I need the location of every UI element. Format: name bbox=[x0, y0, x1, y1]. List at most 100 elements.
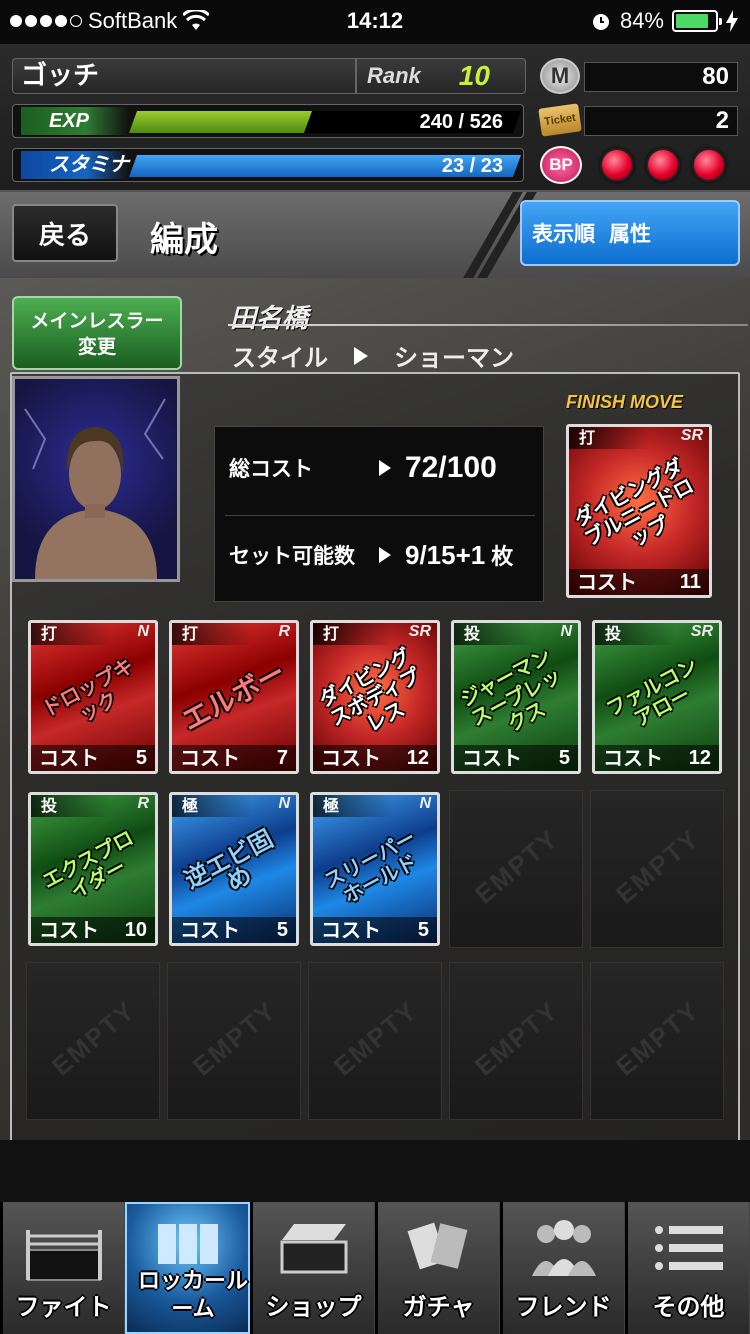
arrow-right-icon bbox=[354, 346, 368, 365]
card-cost-label: コスト bbox=[39, 918, 99, 942]
empty-slot[interactable]: EMPTY bbox=[308, 962, 442, 1120]
move-card[interactable]: 投 R エクスプロイダー コスト 10 bbox=[28, 792, 158, 946]
rank-box: Rank 10 bbox=[356, 58, 526, 94]
formation-screen: メインレスラー変更 田名橋 スタイル ショーマン 総コスト 72/100 セット… bbox=[0, 278, 750, 1208]
divider bbox=[228, 324, 748, 326]
set-count-label: セット可能数 bbox=[229, 544, 355, 568]
card-name: ダイビングダブルニードロップ bbox=[570, 453, 698, 552]
card-name: ファルコンアロー bbox=[602, 653, 702, 732]
bp-orb-icon bbox=[692, 148, 726, 182]
move-card[interactable]: 投 SR ファルコンアロー コスト 12 bbox=[592, 620, 722, 774]
exp-fill bbox=[128, 111, 313, 133]
empty-slot[interactable]: EMPTY bbox=[449, 790, 583, 948]
empty-label: EMPTY bbox=[45, 994, 142, 1082]
card-type: 打 bbox=[31, 623, 111, 645]
card-rarity: N bbox=[137, 623, 149, 640]
m-coin-icon: M bbox=[540, 58, 580, 94]
wrestler-name: 田名橋 bbox=[230, 304, 309, 334]
move-card[interactable]: 極 N 逆エビ固め コスト 5 bbox=[169, 792, 299, 946]
tab-label: ロッカールーム bbox=[137, 1269, 248, 1322]
empty-label: EMPTY bbox=[609, 994, 706, 1082]
empty-label: EMPTY bbox=[468, 994, 565, 1082]
card-cost: コスト 5 bbox=[172, 917, 296, 943]
card-cost-label: コスト bbox=[462, 746, 522, 770]
card-type: 打 bbox=[172, 623, 252, 645]
sort-value: 属性 bbox=[609, 222, 651, 246]
card-cost-label: コスト bbox=[321, 918, 381, 942]
card-cost: コスト 11 bbox=[569, 569, 709, 595]
sort-order-button[interactable]: 表示順 属性 bbox=[520, 200, 740, 266]
card-cost-label: コスト bbox=[180, 746, 240, 770]
back-button[interactable]: 戻る bbox=[12, 204, 118, 262]
move-card[interactable]: 極 N スリーパーホールド コスト 5 bbox=[310, 792, 440, 946]
card-name: ドロップキック bbox=[38, 653, 138, 727]
empty-slot[interactable]: EMPTY bbox=[449, 962, 583, 1120]
finish-move-card[interactable]: 打 SR ダイビングダブルニードロップ コスト 11 bbox=[566, 424, 712, 598]
card-name: ダイビングスボディプレス bbox=[314, 643, 425, 737]
arrow-right-icon bbox=[379, 547, 391, 563]
m-currency: M 80 bbox=[540, 58, 738, 94]
card-rarity: N bbox=[419, 795, 431, 812]
rank-value: 10 bbox=[458, 60, 490, 91]
card-cost: コスト 5 bbox=[313, 917, 437, 943]
bp-icon: BP bbox=[540, 146, 582, 184]
rank-label: Rank bbox=[367, 63, 421, 88]
stamina-label: スタミナ bbox=[21, 151, 129, 179]
card-rarity: SR bbox=[690, 623, 713, 640]
tab-label: その他 bbox=[652, 1293, 725, 1321]
bp-orb-icon bbox=[600, 148, 634, 182]
tab-shop[interactable]: ショップ bbox=[250, 1202, 375, 1334]
exp-bar: EXP 240 / 526 bbox=[12, 104, 524, 138]
card-type: 投 bbox=[454, 623, 534, 645]
ticket-value: 2 bbox=[584, 106, 738, 136]
move-card[interactable]: 打 R エルボー コスト 7 bbox=[169, 620, 299, 774]
cards-icon bbox=[407, 1222, 467, 1270]
move-card[interactable]: 投 N ジャーマンスープレックス コスト 5 bbox=[451, 620, 581, 774]
arrow-right-icon bbox=[379, 460, 391, 476]
exp-value: 240 / 526 bbox=[419, 111, 503, 133]
card-rarity: SR bbox=[680, 427, 703, 444]
card-cost-value: 5 bbox=[417, 919, 429, 941]
tab-fight[interactable]: ファイト bbox=[0, 1202, 125, 1334]
empty-slot[interactable]: EMPTY bbox=[167, 962, 301, 1120]
empty-label: EMPTY bbox=[186, 994, 283, 1082]
card-cost-value: 5 bbox=[558, 747, 570, 769]
menu-icon bbox=[654, 1226, 723, 1270]
empty-slot[interactable]: EMPTY bbox=[26, 962, 160, 1120]
card-name: ジャーマンスープレックス bbox=[456, 643, 566, 737]
ring-icon bbox=[25, 1230, 102, 1281]
card-cost: コスト 12 bbox=[595, 745, 719, 771]
tab-label: フレンド bbox=[515, 1293, 612, 1321]
empty-slot[interactable]: EMPTY bbox=[590, 962, 724, 1120]
move-card[interactable]: 打 N ドロップキック コスト 5 bbox=[28, 620, 158, 774]
tab-other[interactable]: その他 bbox=[625, 1202, 750, 1334]
set-count-value: 9/15+1 bbox=[405, 539, 486, 570]
page-title: 編成 bbox=[150, 220, 218, 260]
card-cost-label: コスト bbox=[180, 918, 240, 942]
card-cost-label: コスト bbox=[321, 746, 381, 770]
finish-move-label: FINISH MOVE bbox=[566, 392, 684, 412]
card-cost-value: 7 bbox=[276, 747, 288, 769]
empty-label: EMPTY bbox=[327, 994, 424, 1082]
style-info: スタイル ショーマン bbox=[232, 338, 514, 373]
total-cost-value: 72/100 bbox=[405, 451, 497, 484]
card-cost-value: 5 bbox=[276, 919, 288, 941]
move-card[interactable]: 打 SR ダイビングスボディプレス コスト 12 bbox=[310, 620, 440, 774]
cost-summary: 総コスト 72/100 セット可能数 9/15+1 枚 bbox=[214, 426, 544, 602]
card-name: スリーパーホールド bbox=[320, 825, 422, 909]
tab-friends[interactable]: フレンド bbox=[500, 1202, 625, 1334]
change-main-wrestler-button[interactable]: メインレスラー変更 bbox=[12, 296, 182, 370]
total-cost-row: 総コスト 72/100 bbox=[229, 451, 497, 485]
tab-locker-room[interactable]: ロッカールーム bbox=[125, 1202, 250, 1334]
card-type: 投 bbox=[595, 623, 675, 645]
card-rarity: N bbox=[278, 795, 290, 812]
card-cost-value: 12 bbox=[406, 747, 429, 769]
tab-gacha[interactable]: ガチャ bbox=[375, 1202, 500, 1334]
empty-slot[interactable]: EMPTY bbox=[590, 790, 724, 948]
battery-info: 84% bbox=[590, 8, 738, 34]
card-cost: コスト 5 bbox=[454, 745, 578, 771]
empty-label: EMPTY bbox=[468, 822, 565, 910]
friends-icon bbox=[531, 1220, 596, 1276]
change-button-label: メインレスラー変更 bbox=[30, 310, 164, 358]
charging-icon bbox=[726, 10, 738, 32]
